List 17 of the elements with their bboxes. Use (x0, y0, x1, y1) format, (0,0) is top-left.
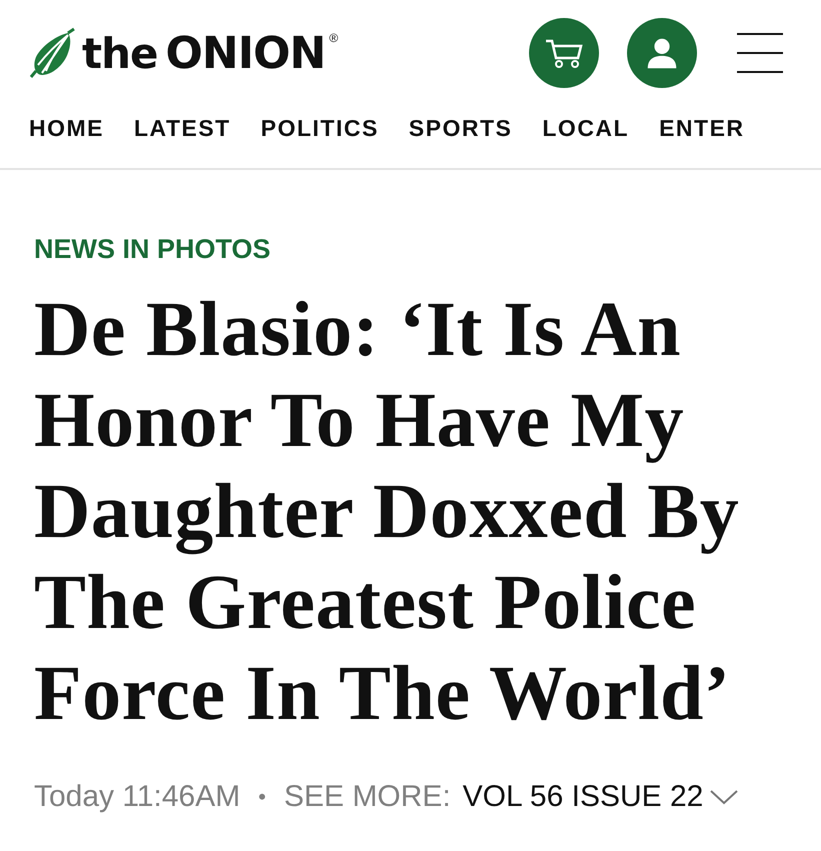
timestamp: Today 11:46AM (34, 780, 240, 814)
nav-link[interactable]: LOCAL (542, 112, 630, 168)
article-headline: De Blasio: ‘It Is An Honor To Have My Daughter Doxxed By The Greatest Police Force In The World’ (34, 284, 740, 738)
site-logo[interactable]: the ONION (82, 28, 326, 78)
nav-link[interactable]: LATEST (134, 112, 231, 168)
nav-link[interactable]: POLITICS (260, 112, 379, 168)
chevron-down-icon[interactable] (709, 789, 740, 805)
menu-icon[interactable] (737, 32, 783, 74)
nav-link[interactable]: ENTER (659, 112, 745, 168)
nav-link[interactable]: SPORTS (408, 112, 512, 168)
category-link[interactable]: NEWS IN PHOTOS (34, 234, 787, 265)
issue-link[interactable]: VOL 56 ISSUE 22 (462, 780, 704, 814)
registered-mark: ® (329, 31, 338, 45)
nav-link[interactable]: HOME (29, 112, 104, 168)
cart-icon (544, 38, 584, 68)
see-more-label: SEE MORE: (284, 780, 451, 814)
separator-dot: • (258, 784, 266, 810)
